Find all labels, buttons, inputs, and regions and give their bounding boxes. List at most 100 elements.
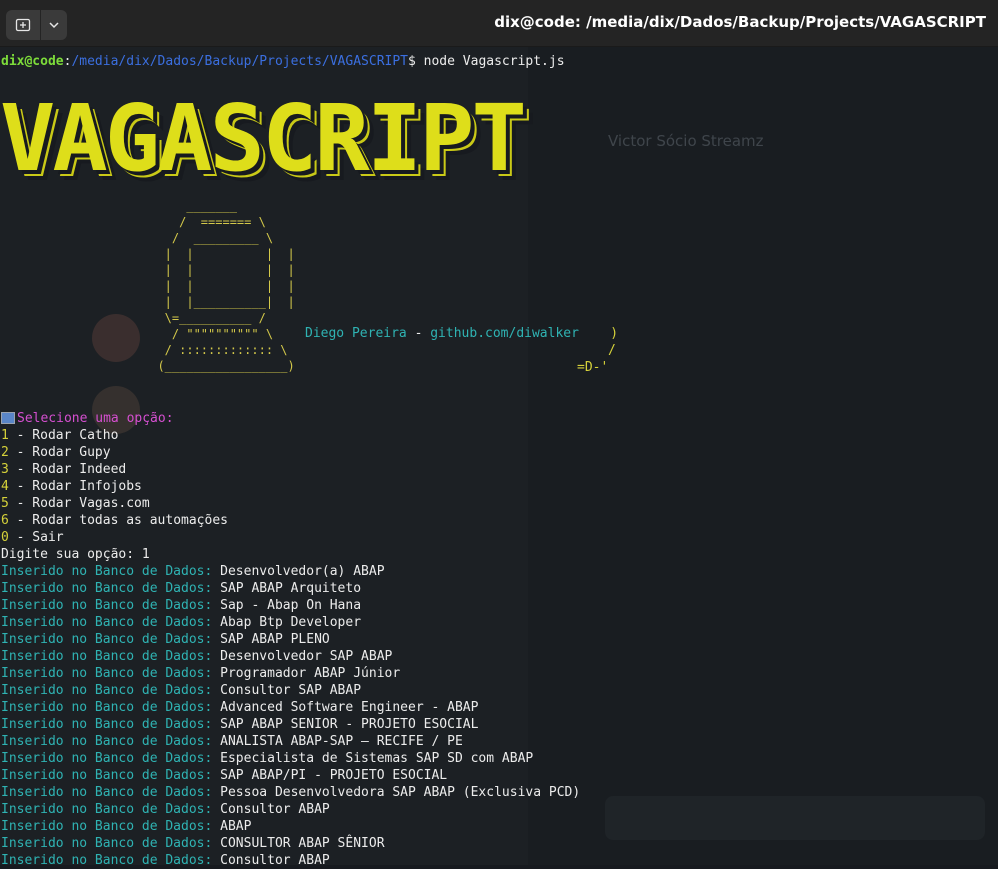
prompt-line: dix@code:/media/dix/Dados/Backup/Project…	[1, 53, 565, 70]
new-tab-icon	[15, 18, 31, 32]
log-entry: Inserido no Banco de Dados: Consultor AB…	[1, 852, 580, 869]
menu-option-key: 6	[1, 513, 9, 528]
author-credit: Diego Pereira - github.com/diwalker )	[305, 325, 618, 342]
log-job-title: SAP ABAP SENIOR - PROJETO ESOCIAL	[220, 717, 479, 732]
menu-option-key: 1	[1, 428, 9, 443]
tab-menu-button[interactable]	[41, 10, 67, 40]
log-prefix: Inserido no Banco de Dados:	[1, 598, 213, 613]
menu-option: 2 - Rodar Gupy	[1, 444, 580, 461]
log-prefix: Inserido no Banco de Dados:	[1, 632, 213, 647]
ascii-computer-art: _______ / ======= \ / _________ \ | | | …	[157, 199, 295, 373]
log-job-title: ANALISTA ABAP-SAP – RECIFE / PE	[220, 734, 463, 749]
menu-option: 1 - Rodar Catho	[1, 427, 580, 444]
log-job-title: Consultor ABAP	[220, 853, 330, 868]
prompt-command: node Vagascript.js	[415, 54, 565, 69]
log-job-title: Abap Btp Developer	[220, 615, 362, 630]
ghost-avatar	[92, 314, 140, 362]
new-tab-button[interactable]	[6, 10, 40, 40]
log-prefix: Inserido no Banco de Dados:	[1, 819, 213, 834]
log-job-title: Consultor ABAP	[220, 802, 330, 817]
log-prefix: Inserido no Banco de Dados:	[1, 853, 213, 868]
monitor-icon	[1, 411, 15, 424]
log-prefix: Inserido no Banco de Dados:	[1, 581, 213, 596]
log-prefix: Inserido no Banco de Dados:	[1, 785, 213, 800]
log-entry: Inserido no Banco de Dados: Consultor SA…	[1, 682, 580, 699]
prompt-user-host: dix@code	[1, 54, 64, 69]
log-job-title: CONSULTOR ABAP SÊNIOR	[220, 836, 385, 851]
log-job-title: Advanced Software Engineer - ABAP	[220, 700, 479, 715]
log-entry: Inserido no Banco de Dados: Sap - Abap O…	[1, 597, 580, 614]
menu-option-label: - Rodar Indeed	[8, 462, 127, 477]
log-prefix: Inserido no Banco de Dados:	[1, 734, 213, 749]
window-title: dix@code: /media/dix/Dados/Backup/Projec…	[494, 13, 986, 31]
log-prefix: Inserido no Banco de Dados:	[1, 836, 213, 851]
chevron-down-icon	[49, 22, 59, 29]
log-prefix: Inserido no Banco de Dados:	[1, 649, 213, 664]
menu-prompt: Selecione uma opção:	[1, 410, 580, 427]
menu-option-label: - Sair	[8, 530, 64, 545]
log-prefix: Inserido no Banco de Dados:	[1, 717, 213, 732]
ascii-face: =D-'	[577, 360, 609, 375]
ghost-message-input	[605, 796, 985, 840]
speech-close: )	[578, 326, 619, 341]
menu-option: 0 - Sair	[1, 529, 580, 546]
menu-option-key: 4	[1, 479, 9, 494]
menu-option: 4 - Rodar Infojobs	[1, 478, 580, 495]
menu-option-key: 0	[1, 530, 9, 545]
log-job-title: SAP ABAP/PI - PROJETO ESOCIAL	[220, 768, 448, 783]
log-entry: Inserido no Banco de Dados: SAP ABAP Arq…	[1, 580, 580, 597]
log-job-title: SAP ABAP Arquiteto	[220, 581, 362, 596]
log-prefix: Inserido no Banco de Dados:	[1, 683, 213, 698]
terminal-titlebar: dix@code: /media/dix/Dados/Backup/Projec…	[0, 0, 998, 47]
menu-option-label: - Rodar Catho	[8, 428, 119, 443]
log-entry: Inserido no Banco de Dados: Advanced Sof…	[1, 699, 580, 716]
log-job-title: SAP ABAP PLENO	[220, 632, 330, 647]
speech-slash: /	[608, 343, 616, 358]
log-job-title: Consultor SAP ABAP	[220, 683, 362, 698]
log-prefix: Inserido no Banco de Dados:	[1, 615, 213, 630]
author-name: Diego Pereira	[305, 326, 407, 341]
menu-option-key: 2	[1, 445, 9, 460]
log-prefix: Inserido no Banco de Dados:	[1, 802, 213, 817]
log-entry: Inserido no Banco de Dados: ANALISTA ABA…	[1, 733, 580, 750]
log-prefix: Inserido no Banco de Dados:	[1, 700, 213, 715]
menu-option-label: - Rodar Vagas.com	[8, 496, 150, 511]
option-input-line: Digite sua opção: 1	[1, 547, 150, 562]
menu-option-key: 5	[1, 496, 9, 511]
menu-options: 1 - Rodar Catho 2 - Rodar Gupy 3 - Rodar I…	[1, 427, 580, 546]
insert-log: Inserido no Banco de Dados: Desenvolvedo…	[1, 563, 580, 869]
ghost-chat-pane	[528, 46, 998, 865]
log-entry: Inserido no Banco de Dados: Abap Btp Dev…	[1, 614, 580, 631]
log-prefix: Inserido no Banco de Dados:	[1, 666, 213, 681]
log-entry: Inserido no Banco de Dados: Consultor AB…	[1, 801, 580, 818]
log-entry: Inserido no Banco de Dados: Pessoa Desen…	[1, 784, 580, 801]
menu-prompt-label: Selecione uma opção:	[17, 411, 174, 426]
prompt-symbol: $	[408, 54, 416, 69]
log-job-title: Desenvolvedor(a) ABAP	[220, 564, 385, 579]
log-entry: Inserido no Banco de Dados: SAP ABAP PLE…	[1, 631, 580, 648]
log-entry: Inserido no Banco de Dados: SAP ABAP/PI …	[1, 767, 580, 784]
log-job-title: Especialista de Sistemas SAP SD com ABAP	[220, 751, 534, 766]
vagascript-banner: VAGASCRIPT	[0, 85, 527, 192]
menu-option-key: 3	[1, 462, 9, 477]
log-entry: Inserido no Banco de Dados: CONSULTOR AB…	[1, 835, 580, 852]
log-prefix: Inserido no Banco de Dados:	[1, 751, 213, 766]
menu-option: 3 - Rodar Indeed	[1, 461, 580, 478]
log-entry: Inserido no Banco de Dados: Especialista…	[1, 750, 580, 767]
menu-option: 5 - Rodar Vagas.com	[1, 495, 580, 512]
prompt-path: /media/dix/Dados/Backup/Projects/VAGASCR…	[71, 54, 408, 69]
log-entry: Inserido no Banco de Dados: ABAP	[1, 818, 580, 835]
log-job-title: ABAP	[220, 819, 252, 834]
log-entry: Inserido no Banco de Dados: Desenvolvedo…	[1, 563, 580, 580]
options-menu: Selecione uma opção: 1 - Rodar Catho 2 - …	[1, 410, 580, 869]
menu-option: 6 - Rodar todas as automações	[1, 512, 580, 529]
log-entry: Inserido no Banco de Dados: Desenvolvedo…	[1, 648, 580, 665]
author-link: github.com/diwalker	[430, 326, 579, 341]
menu-option-label: - Rodar Infojobs	[8, 479, 142, 494]
log-prefix: Inserido no Banco de Dados:	[1, 768, 213, 783]
log-job-title: Pessoa Desenvolvedora SAP ABAP (Exclusiv…	[220, 785, 581, 800]
log-job-title: Desenvolvedor SAP ABAP	[220, 649, 393, 664]
log-entry: Inserido no Banco de Dados: Programador …	[1, 665, 580, 682]
author-separator: -	[406, 326, 431, 341]
menu-option-label: - Rodar Gupy	[8, 445, 111, 460]
